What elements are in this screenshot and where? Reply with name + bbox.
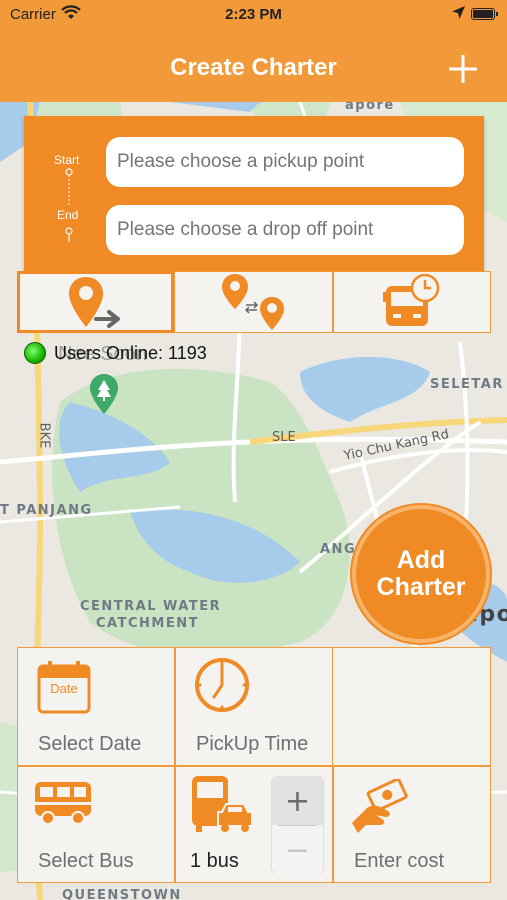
pickup-time-cell[interactable]: PickUp Time [175, 647, 333, 766]
hand-money-icon [352, 779, 408, 833]
park-marker-icon[interactable] [90, 374, 118, 414]
tab-point-to-point[interactable] [174, 271, 333, 333]
map-label-catchment: CATCHMENT [96, 616, 199, 631]
bus-quantity-stepper[interactable]: + − [271, 776, 324, 874]
road-label-sle: SLE [272, 430, 296, 445]
location-arrow-icon [452, 6, 465, 23]
select-date-cell[interactable]: Date Select Date [17, 647, 175, 766]
map-label-queenstown: QUEENSTOWN [62, 888, 182, 900]
route-panel: Start End [24, 116, 484, 271]
clock-time: 2:23 PM [225, 6, 282, 23]
users-online-label: Users Online: 1193 [54, 342, 207, 363]
plus-icon[interactable] [446, 52, 480, 86]
map-label-apore: apore [345, 102, 395, 113]
nav-bar: Create Charter [0, 30, 507, 102]
increment-button[interactable]: + [272, 777, 323, 825]
bus-icon [35, 782, 91, 825]
map-label-seletar: SELETAR [430, 377, 504, 392]
battery-icon [471, 8, 498, 20]
users-online-indicator: Users Online: 1193 [24, 342, 207, 364]
road-label-bke: BKE [36, 422, 52, 449]
map-label-central-water: CENTRAL WATER [80, 599, 222, 614]
bus-car-icon [192, 776, 253, 832]
add-charter-line2: Charter [376, 573, 466, 601]
decrement-button[interactable]: − [272, 826, 323, 874]
status-bar: Carrier 2:23 PM [0, 0, 507, 30]
calendar-icon-text: Date [50, 681, 78, 696]
bus-clock-icon [383, 274, 440, 326]
pickup-input[interactable] [106, 137, 464, 187]
pickup-time-label: PickUp Time [196, 733, 309, 755]
select-date-label: Select Date [38, 733, 142, 755]
tab-scheduled-bus[interactable] [333, 271, 491, 333]
enter-cost-cell[interactable]: Enter cost [333, 766, 491, 883]
pin-arrow-icon [68, 277, 120, 328]
map-label-panjang: T PANJANG [0, 503, 93, 518]
start-label: Start [54, 153, 80, 167]
select-bus-label: Select Bus [38, 850, 134, 872]
clock-icon [195, 658, 249, 712]
dropoff-input[interactable] [106, 205, 464, 255]
add-charter-line1: Add [396, 546, 446, 574]
page-title: Create Charter [170, 54, 337, 81]
tab-single-trip[interactable] [17, 271, 174, 333]
select-bus-cell[interactable]: Select Bus [17, 766, 175, 883]
online-status-icon [24, 342, 46, 364]
map-label-ang: ANG [320, 542, 357, 557]
bus-count-label: 1 bus [190, 850, 239, 872]
route-connector-icon [65, 168, 73, 242]
add-charter-button[interactable]: Add Charter [352, 505, 490, 643]
enter-cost-label: Enter cost [354, 850, 445, 872]
pin-to-pin-icon [221, 274, 284, 330]
empty-cell [333, 647, 491, 766]
